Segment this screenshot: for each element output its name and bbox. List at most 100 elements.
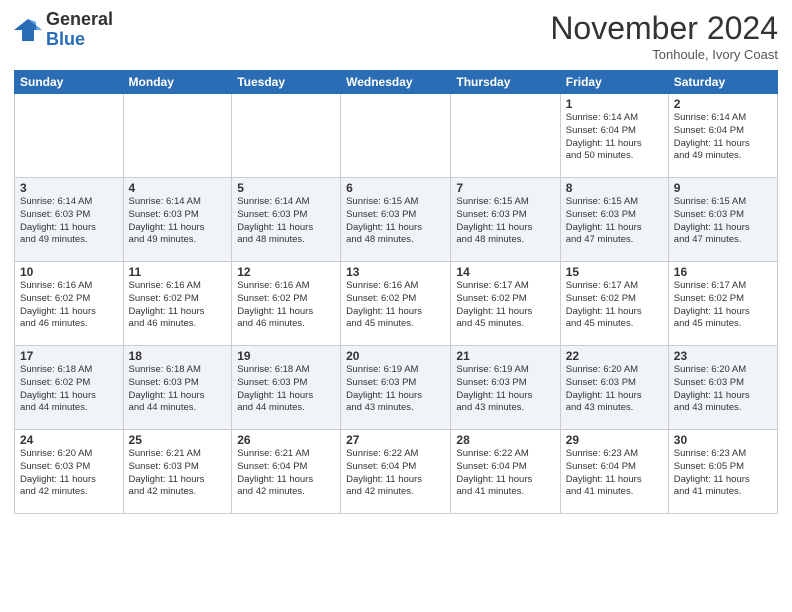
day-info: Sunrise: 6:22 AM Sunset: 6:04 PM Dayligh… — [456, 448, 554, 499]
logo-icon — [14, 16, 42, 44]
table-row — [123, 94, 232, 178]
day-number: 28 — [456, 433, 554, 447]
day-info: Sunrise: 6:21 AM Sunset: 6:03 PM Dayligh… — [129, 448, 227, 499]
day-info: Sunrise: 6:18 AM Sunset: 6:02 PM Dayligh… — [20, 364, 118, 415]
table-row: 28Sunrise: 6:22 AM Sunset: 6:04 PM Dayli… — [451, 430, 560, 514]
title-block: November 2024 Tonhoule, Ivory Coast — [550, 10, 778, 62]
header-friday: Friday — [560, 71, 668, 94]
table-row: 11Sunrise: 6:16 AM Sunset: 6:02 PM Dayli… — [123, 262, 232, 346]
day-number: 27 — [346, 433, 445, 447]
calendar-row-4: 24Sunrise: 6:20 AM Sunset: 6:03 PM Dayli… — [15, 430, 778, 514]
day-number: 9 — [674, 181, 772, 195]
table-row: 29Sunrise: 6:23 AM Sunset: 6:04 PM Dayli… — [560, 430, 668, 514]
day-number: 23 — [674, 349, 772, 363]
day-info: Sunrise: 6:20 AM Sunset: 6:03 PM Dayligh… — [20, 448, 118, 499]
day-number: 4 — [129, 181, 227, 195]
table-row: 8Sunrise: 6:15 AM Sunset: 6:03 PM Daylig… — [560, 178, 668, 262]
calendar-row-3: 17Sunrise: 6:18 AM Sunset: 6:02 PM Dayli… — [15, 346, 778, 430]
header-thursday: Thursday — [451, 71, 560, 94]
weekday-header-row: Sunday Monday Tuesday Wednesday Thursday… — [15, 71, 778, 94]
day-info: Sunrise: 6:16 AM Sunset: 6:02 PM Dayligh… — [20, 280, 118, 331]
day-info: Sunrise: 6:17 AM Sunset: 6:02 PM Dayligh… — [674, 280, 772, 331]
calendar-row-0: 1Sunrise: 6:14 AM Sunset: 6:04 PM Daylig… — [15, 94, 778, 178]
table-row: 2Sunrise: 6:14 AM Sunset: 6:04 PM Daylig… — [668, 94, 777, 178]
day-number: 11 — [129, 265, 227, 279]
day-number: 17 — [20, 349, 118, 363]
table-row: 7Sunrise: 6:15 AM Sunset: 6:03 PM Daylig… — [451, 178, 560, 262]
day-info: Sunrise: 6:20 AM Sunset: 6:03 PM Dayligh… — [566, 364, 663, 415]
day-number: 2 — [674, 97, 772, 111]
day-info: Sunrise: 6:23 AM Sunset: 6:05 PM Dayligh… — [674, 448, 772, 499]
table-row — [15, 94, 124, 178]
table-row: 27Sunrise: 6:22 AM Sunset: 6:04 PM Dayli… — [341, 430, 451, 514]
day-number: 16 — [674, 265, 772, 279]
day-info: Sunrise: 6:18 AM Sunset: 6:03 PM Dayligh… — [129, 364, 227, 415]
table-row: 20Sunrise: 6:19 AM Sunset: 6:03 PM Dayli… — [341, 346, 451, 430]
day-info: Sunrise: 6:14 AM Sunset: 6:03 PM Dayligh… — [129, 196, 227, 247]
day-number: 5 — [237, 181, 335, 195]
day-number: 25 — [129, 433, 227, 447]
day-info: Sunrise: 6:17 AM Sunset: 6:02 PM Dayligh… — [566, 280, 663, 331]
table-row: 26Sunrise: 6:21 AM Sunset: 6:04 PM Dayli… — [232, 430, 341, 514]
table-row: 6Sunrise: 6:15 AM Sunset: 6:03 PM Daylig… — [341, 178, 451, 262]
table-row: 16Sunrise: 6:17 AM Sunset: 6:02 PM Dayli… — [668, 262, 777, 346]
table-row — [341, 94, 451, 178]
day-number: 30 — [674, 433, 772, 447]
day-info: Sunrise: 6:15 AM Sunset: 6:03 PM Dayligh… — [346, 196, 445, 247]
table-row: 10Sunrise: 6:16 AM Sunset: 6:02 PM Dayli… — [15, 262, 124, 346]
day-info: Sunrise: 6:14 AM Sunset: 6:04 PM Dayligh… — [674, 112, 772, 163]
day-number: 26 — [237, 433, 335, 447]
day-number: 22 — [566, 349, 663, 363]
day-number: 20 — [346, 349, 445, 363]
header-sunday: Sunday — [15, 71, 124, 94]
day-info: Sunrise: 6:23 AM Sunset: 6:04 PM Dayligh… — [566, 448, 663, 499]
table-row: 23Sunrise: 6:20 AM Sunset: 6:03 PM Dayli… — [668, 346, 777, 430]
table-row: 12Sunrise: 6:16 AM Sunset: 6:02 PM Dayli… — [232, 262, 341, 346]
day-info: Sunrise: 6:15 AM Sunset: 6:03 PM Dayligh… — [674, 196, 772, 247]
day-number: 8 — [566, 181, 663, 195]
logo-text: General Blue — [46, 10, 113, 50]
day-number: 12 — [237, 265, 335, 279]
day-number: 18 — [129, 349, 227, 363]
day-number: 14 — [456, 265, 554, 279]
day-info: Sunrise: 6:19 AM Sunset: 6:03 PM Dayligh… — [346, 364, 445, 415]
location: Tonhoule, Ivory Coast — [550, 47, 778, 62]
day-info: Sunrise: 6:17 AM Sunset: 6:02 PM Dayligh… — [456, 280, 554, 331]
calendar-row-2: 10Sunrise: 6:16 AM Sunset: 6:02 PM Dayli… — [15, 262, 778, 346]
day-info: Sunrise: 6:18 AM Sunset: 6:03 PM Dayligh… — [237, 364, 335, 415]
day-info: Sunrise: 6:16 AM Sunset: 6:02 PM Dayligh… — [237, 280, 335, 331]
day-number: 24 — [20, 433, 118, 447]
table-row: 15Sunrise: 6:17 AM Sunset: 6:02 PM Dayli… — [560, 262, 668, 346]
table-row: 13Sunrise: 6:16 AM Sunset: 6:02 PM Dayli… — [341, 262, 451, 346]
day-info: Sunrise: 6:19 AM Sunset: 6:03 PM Dayligh… — [456, 364, 554, 415]
header-monday: Monday — [123, 71, 232, 94]
table-row: 17Sunrise: 6:18 AM Sunset: 6:02 PM Dayli… — [15, 346, 124, 430]
table-row — [451, 94, 560, 178]
logo: General Blue — [14, 10, 113, 50]
day-number: 3 — [20, 181, 118, 195]
header-saturday: Saturday — [668, 71, 777, 94]
day-info: Sunrise: 6:16 AM Sunset: 6:02 PM Dayligh… — [129, 280, 227, 331]
day-number: 10 — [20, 265, 118, 279]
day-info: Sunrise: 6:15 AM Sunset: 6:03 PM Dayligh… — [566, 196, 663, 247]
day-info: Sunrise: 6:15 AM Sunset: 6:03 PM Dayligh… — [456, 196, 554, 247]
table-row: 21Sunrise: 6:19 AM Sunset: 6:03 PM Dayli… — [451, 346, 560, 430]
page: General Blue November 2024 Tonhoule, Ivo… — [0, 0, 792, 612]
table-row: 25Sunrise: 6:21 AM Sunset: 6:03 PM Dayli… — [123, 430, 232, 514]
day-info: Sunrise: 6:22 AM Sunset: 6:04 PM Dayligh… — [346, 448, 445, 499]
day-info: Sunrise: 6:21 AM Sunset: 6:04 PM Dayligh… — [237, 448, 335, 499]
day-number: 15 — [566, 265, 663, 279]
table-row: 4Sunrise: 6:14 AM Sunset: 6:03 PM Daylig… — [123, 178, 232, 262]
day-number: 13 — [346, 265, 445, 279]
table-row: 5Sunrise: 6:14 AM Sunset: 6:03 PM Daylig… — [232, 178, 341, 262]
table-row — [232, 94, 341, 178]
day-info: Sunrise: 6:14 AM Sunset: 6:03 PM Dayligh… — [237, 196, 335, 247]
day-info: Sunrise: 6:16 AM Sunset: 6:02 PM Dayligh… — [346, 280, 445, 331]
calendar-row-1: 3 Sunrise: 6:14 AM Sunset: 6:03 PM Daylig… — [15, 178, 778, 262]
day-number: 7 — [456, 181, 554, 195]
table-row: 30Sunrise: 6:23 AM Sunset: 6:05 PM Dayli… — [668, 430, 777, 514]
month-title: November 2024 — [550, 10, 778, 47]
header-wednesday: Wednesday — [341, 71, 451, 94]
day-number: 29 — [566, 433, 663, 447]
day-number: 6 — [346, 181, 445, 195]
